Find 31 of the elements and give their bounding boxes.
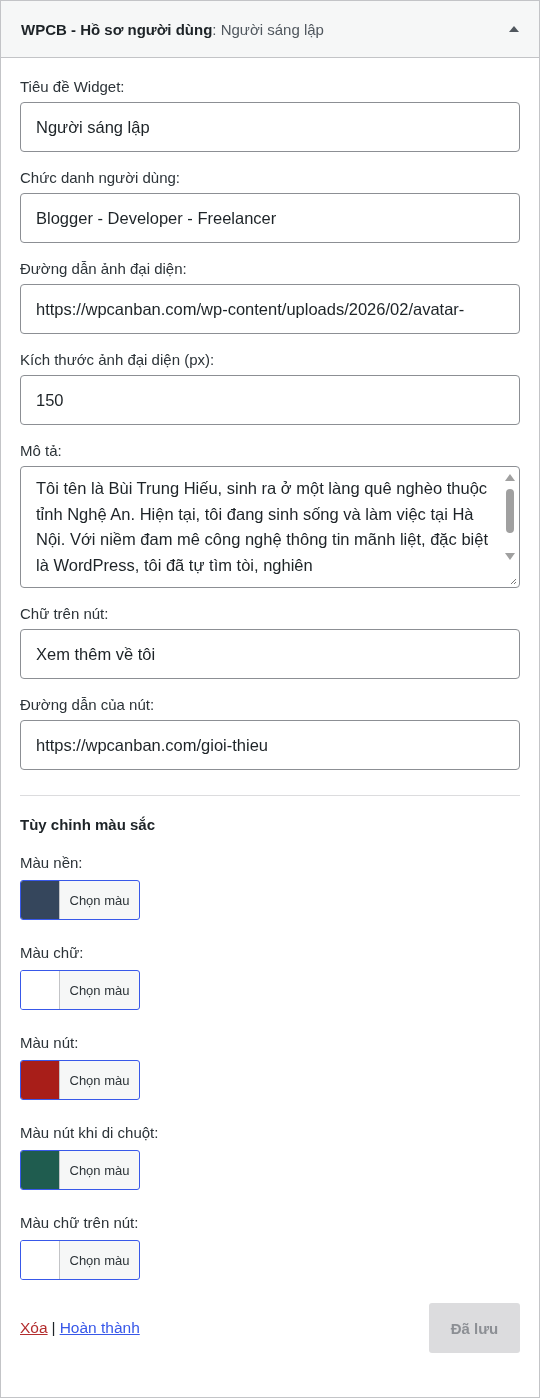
color-picker-button[interactable]: Chọn màu xyxy=(20,970,140,1010)
field-label: Màu chữ: xyxy=(20,944,84,961)
color-picker-button[interactable]: Chọn màu xyxy=(20,1240,140,1280)
field-label: Màu chữ trên nút: xyxy=(20,1214,139,1231)
text-field[interactable]: Người sáng lập xyxy=(20,102,520,152)
field-label: Màu nút khi di chuột: xyxy=(20,1124,159,1141)
text-field[interactable]: https://wpcanban.com/wp-content/uploads/2026/02/avatar- xyxy=(20,284,520,334)
delete-link[interactable]: Xóa xyxy=(20,1319,48,1337)
text-field[interactable]: https://wpcanban.com/gioi-thieu xyxy=(20,720,520,770)
section-heading: Tùy chỉnh màu sắc xyxy=(20,816,157,833)
field-label: Chữ trên nút: xyxy=(20,605,110,622)
collapse-arrow-icon[interactable] xyxy=(509,26,519,32)
color-picker-button[interactable]: Chọn màu xyxy=(20,1060,140,1100)
field-label: Tiêu đề Widget: xyxy=(20,78,126,95)
field-label: Đường dẫn ảnh đại diện: xyxy=(20,260,188,277)
field-label: Màu nút: xyxy=(20,1034,79,1051)
text-field[interactable]: Blogger - Developer - Freelancer xyxy=(20,193,520,243)
field-label: Mô tả: xyxy=(20,442,63,459)
widget-title: WPCB - Hồ sơ người dùng: Người sáng lập xyxy=(21,20,324,38)
color-picker-button[interactable]: Chọn màu xyxy=(20,880,140,920)
field-label: Chức danh người dùng: xyxy=(20,169,182,186)
field-label: Đường dẫn của nút: xyxy=(20,696,156,713)
text-field[interactable]: 150 xyxy=(20,375,520,425)
field-label: Kích thước ảnh đại diện (px): xyxy=(20,351,216,368)
color-picker-button[interactable]: Chọn màu xyxy=(20,1150,140,1190)
field-label: Màu nền: xyxy=(20,854,83,871)
description-field[interactable]: Tôi tên là Bùi Trung Hiếu, sinh ra ở một làng quê nghèo thuộc tỉnh Nghệ An. Hiện tại, tôi đang sinh sống và làm việc tại Hà Nội. Với niềm đam mê công nghệ thông tin mãnh liệt, đặc biệt là WordPress, tôi đã tự tìm tòi, nghiên xyxy=(20,466,520,588)
separator: | xyxy=(51,1319,56,1337)
done-link[interactable]: Hoàn thành xyxy=(59,1319,140,1337)
text-field[interactable]: Xem thêm về tôi xyxy=(20,629,520,679)
widget-header[interactable]: WPCB - Hồ sơ người dùng: Người sáng lập xyxy=(1,1,539,58)
